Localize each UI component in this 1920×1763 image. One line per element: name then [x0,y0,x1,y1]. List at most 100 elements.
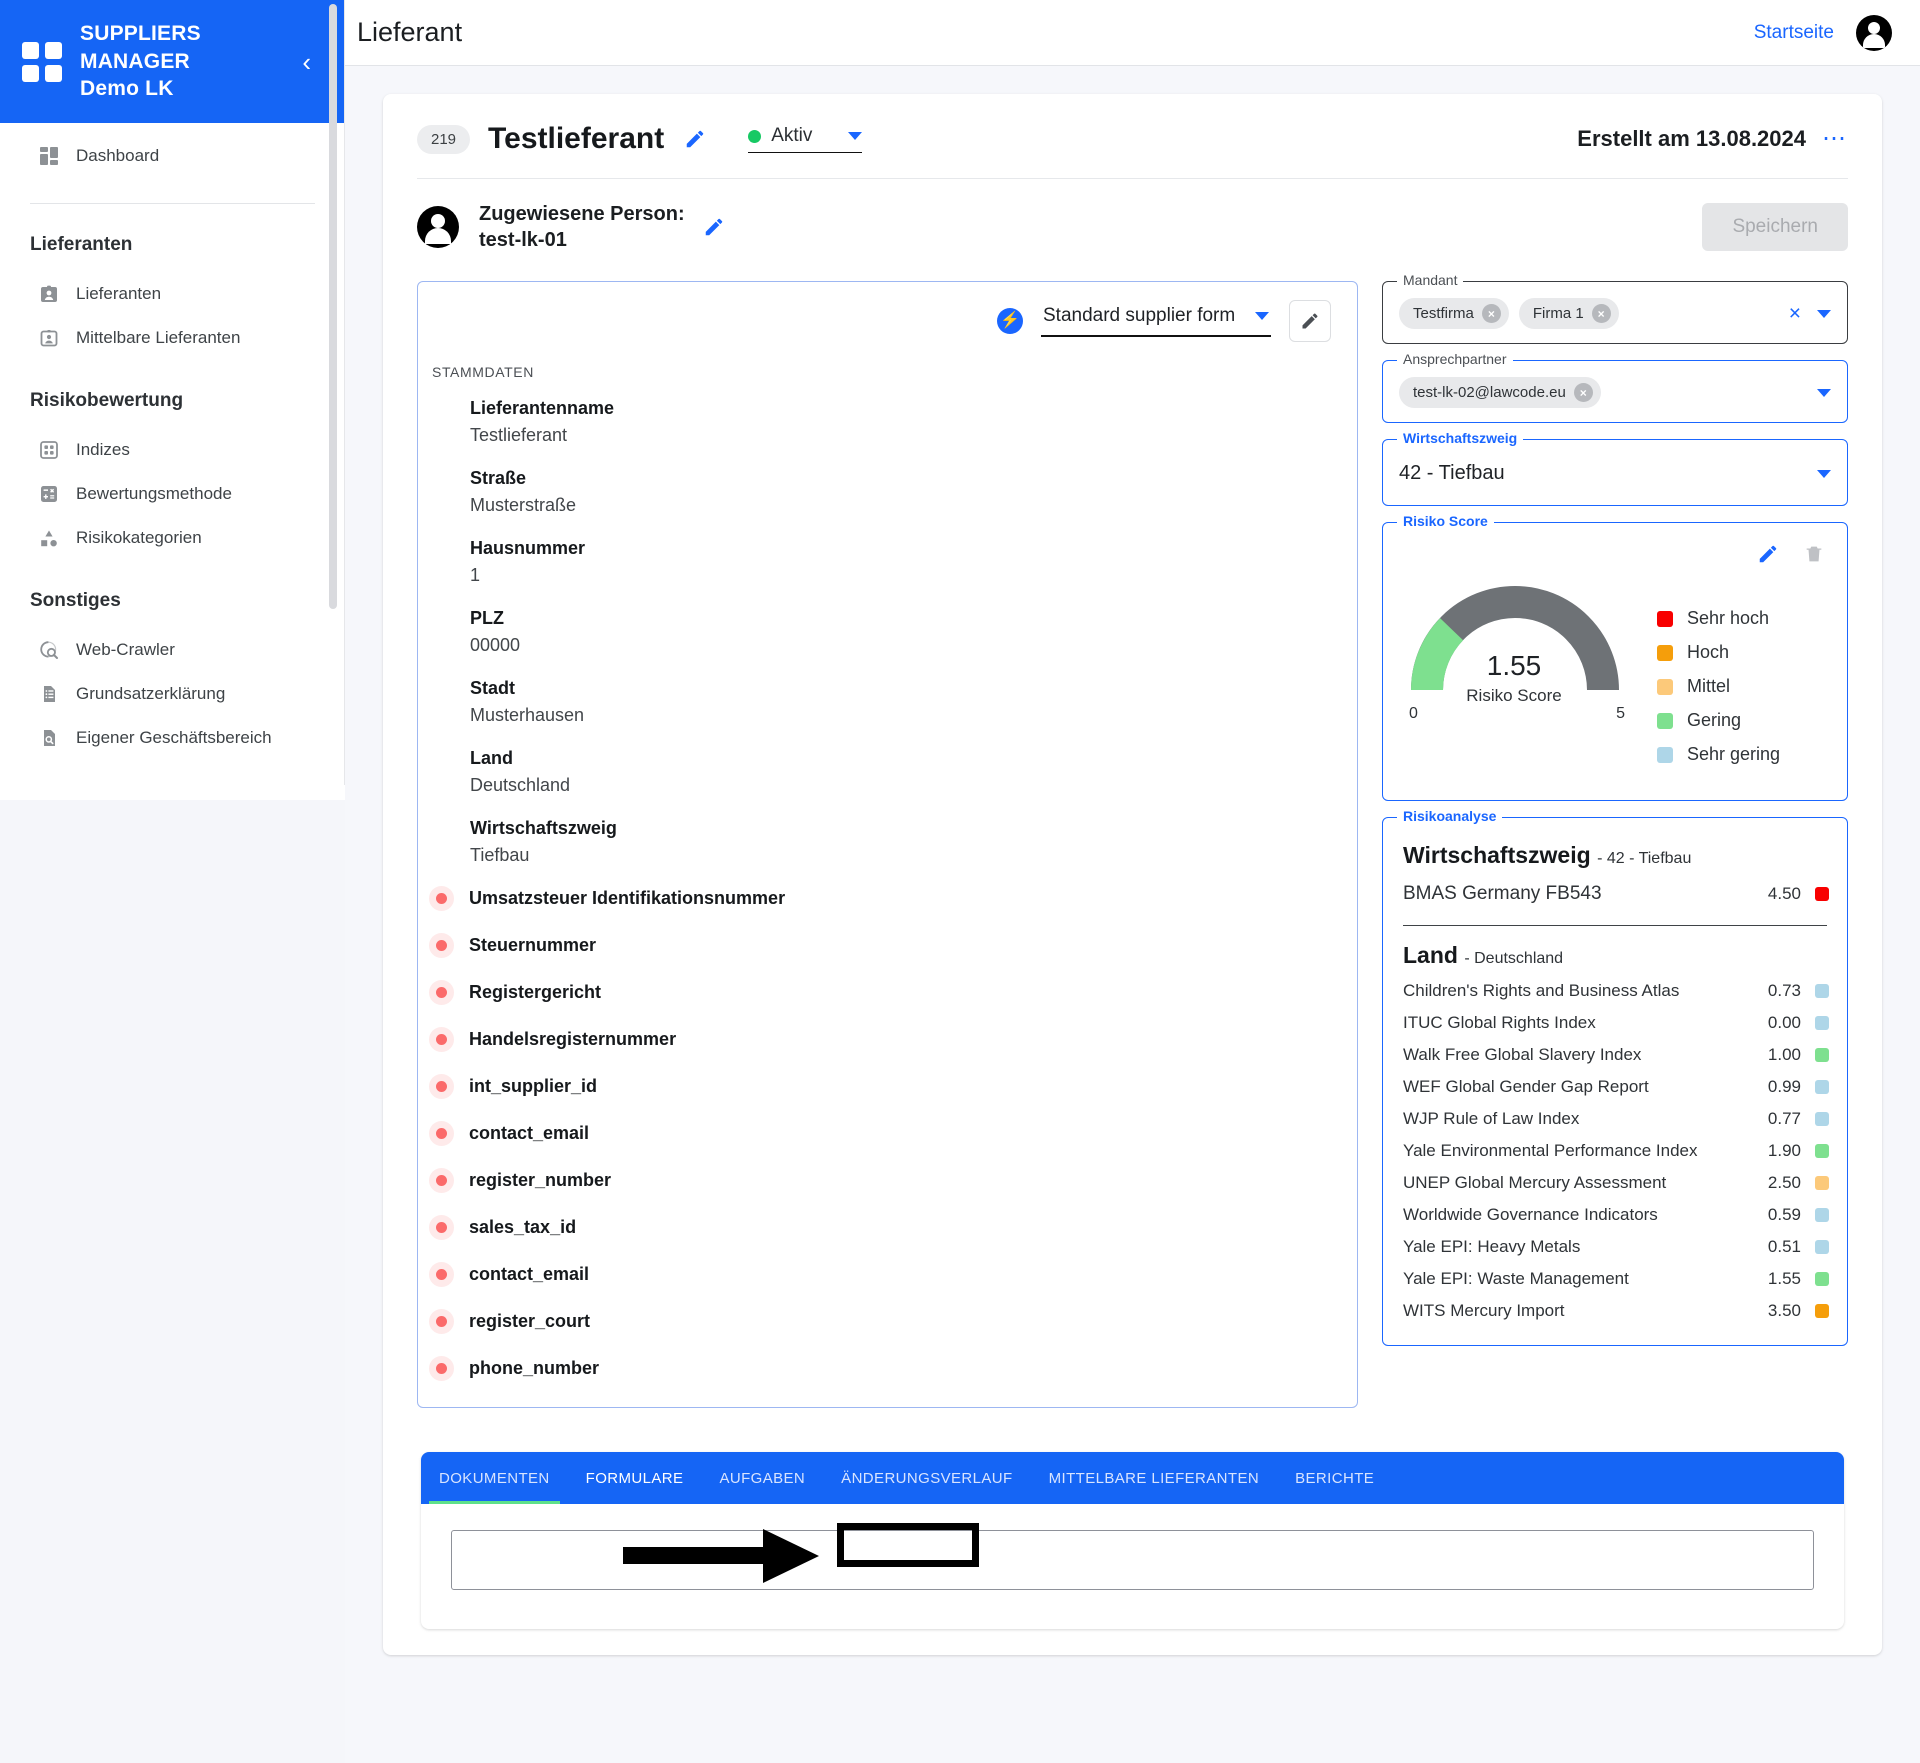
missing-field-row: Registergericht [436,982,1357,1003]
edit-name-pencil-icon[interactable] [684,128,706,150]
shapes-icon [38,527,60,549]
assigned-person-row: Zugewiesene Person: test-lk-01 Speichern [383,179,1882,253]
legend-label: Sehr gering [1687,744,1781,764]
legend-item: Mittel [1657,676,1780,697]
risikoanalyse-country-title: Land - Deutschland [1397,936,1833,969]
risikoanalyse-row: Yale Environmental Performance Index 1.9… [1397,1135,1833,1167]
more-horizontal-icon[interactable]: ⋯ [1822,126,1848,151]
brand-line-2: MANAGER [80,49,190,73]
sidebar-scrollbar[interactable] [329,4,337,609]
tab-aufgaben[interactable]: AUFGABEN [701,1452,823,1504]
row-value: 0.51 [1767,1237,1801,1256]
tab-mittelbare-lieferanten[interactable]: MITTELBARE LIEFERANTEN [1031,1452,1278,1504]
missing-field-row: phone_number [436,1358,1357,1379]
sidebar-item-dashboard[interactable]: Dashboard [0,123,345,189]
risikoanalyse-row: ITUC Global Rights Index 0.00 [1397,1007,1833,1039]
row-name: ITUC Global Rights Index [1403,1013,1596,1032]
sidebar-group-title-lieferanten: Lieferanten [30,234,133,255]
legend-swatch [1657,610,1673,627]
sidebar-item-label: Grundsatzerklärung [76,684,226,703]
sidebar-item-eigener-geschaeftsbereich[interactable]: Eigener Geschäftsbereich [0,716,345,760]
mandant-legend: Mandant [1397,272,1464,288]
form-field: Straße Musterstraße [470,468,1357,516]
tab-panel [421,1504,1844,1629]
missing-dot-icon [436,1269,447,1280]
row-swatch [1815,1144,1829,1158]
wirtschaftszweig-value: 42 - Tiefbau [1399,462,1505,484]
mandant-field[interactable]: Mandant Testfirma × Firma 1 × × [1382,272,1848,344]
chip[interactable]: Testfirma × [1399,298,1509,329]
home-link[interactable]: Startseite [1754,22,1834,44]
missing-field-row: contact_email [436,1264,1357,1285]
sidebar-item-indizes[interactable]: Indizes [0,428,345,472]
right-column: Mandant Testfirma × Firma 1 × × Ansprech… [1382,272,1848,1362]
chevron-left-icon[interactable]: ‹ [302,49,311,75]
supplier-name: Testlieferant [488,122,665,155]
sidebar-nav: Dashboard Lieferanten Lieferanten Mittel… [0,123,345,760]
tab-formulare[interactable]: FORMULARE [568,1452,702,1504]
clear-all-icon[interactable]: × [1789,303,1801,324]
missing-dot-icon [436,1128,447,1139]
row-name: UNEP Global Mercury Assessment [1403,1173,1667,1192]
row-name: WEF Global Gender Gap Report [1403,1077,1649,1096]
chevron-down-icon[interactable] [1817,309,1831,318]
missing-field-label: int_supplier_id [469,1076,598,1096]
sidebar-item-mittelbare-lieferanten[interactable]: Mittelbare Lieferanten [0,316,345,360]
chevron-down-icon[interactable] [1817,469,1831,478]
ansprechpartner-field[interactable]: Ansprechpartner test-lk-02@lawcode.eu × [1382,351,1848,423]
sidebar-item-lieferanten[interactable]: Lieferanten [0,272,345,316]
document-search-icon [38,727,60,749]
account-circle-icon [417,206,459,248]
missing-field-row: sales_tax_id [436,1217,1357,1238]
row-value: 1.55 [1767,1269,1801,1288]
missing-dot-icon [436,893,447,904]
app-root: SUPPLIERS MANAGER Demo LK ‹ Dashboard Li… [0,0,1920,1763]
wirtschaftszweig-legend: Wirtschaftszweig [1397,430,1524,446]
country-subtitle: - Deutschland [1464,950,1564,967]
form-field: Wirtschaftszweig Tiefbau [470,818,1357,866]
missing-dot-icon [436,1175,447,1186]
edit-risiko-score-pencil-icon[interactable] [1757,543,1779,570]
delete-risiko-score-trash-icon[interactable] [1803,543,1825,570]
chip-label: Firma 1 [1532,305,1584,322]
close-icon[interactable]: × [1573,383,1593,402]
edit-form-button[interactable] [1289,300,1331,342]
supplier-header-row: 219 Testlieferant Aktiv Erstellt am 13.0… [383,94,1882,156]
gauge-caption: Risiko Score [1466,686,1562,705]
sidebar-item-web-crawler[interactable]: Web-Crawler [0,628,345,672]
missing-dot-icon [436,1034,447,1045]
note-textarea[interactable] [451,1530,1814,1590]
chip[interactable]: Firma 1 × [1518,298,1619,329]
app-logo-icon [22,41,62,82]
close-icon[interactable]: × [1481,304,1501,323]
chevron-down-icon[interactable] [1817,388,1831,397]
chip[interactable]: test-lk-02@lawcode.eu × [1399,377,1601,408]
edit-assigned-person-pencil-icon[interactable] [703,216,725,238]
risk-legend: Sehr hoch Hoch Mittel Gering Sehr gering [1629,578,1780,778]
missing-field-label: contact_email [469,1123,590,1143]
sidebar: SUPPLIERS MANAGER Demo LK ‹ Dashboard Li… [0,0,345,1763]
form-template-select[interactable]: Standard supplier form [1041,305,1271,337]
status-select[interactable]: Aktiv [748,125,863,153]
row-swatch [1815,1304,1829,1318]
row-value: 3.50 [1767,1301,1801,1320]
dashboard-icon [38,145,60,167]
field-label: Hausnummer [470,538,586,558]
tab-dokumenten[interactable]: DOKUMENTEN [421,1452,568,1504]
risiko-score-legend: Risiko Score [1397,513,1494,529]
account-circle-icon[interactable] [1856,14,1892,51]
status-badge: Aktiv [771,125,813,146]
tab-berichte[interactable]: BERICHTE [1277,1452,1392,1504]
sidebar-item-bewertungsmethode[interactable]: Bewertungsmethode [0,472,345,516]
save-button[interactable]: Speichern [1702,203,1848,251]
tab-aenderungsverlauf[interactable]: ÄNDERUNGSVERLAUF [823,1452,1030,1504]
wirtschaftszweig-field[interactable]: Wirtschaftszweig 42 - Tiefbau [1382,430,1848,506]
sidebar-item-grundsatzerklaerung[interactable]: Grundsatzerklärung [0,672,345,716]
missing-field-row: contact_email [436,1123,1357,1144]
row-swatch [1815,1112,1829,1126]
chevron-down-icon [1255,312,1269,320]
field-label: Straße [470,468,527,488]
lightning-bolt-icon[interactable]: ⚡ [997,308,1023,334]
close-icon[interactable]: × [1591,304,1611,323]
sidebar-item-risikokategorien[interactable]: Risikokategorien [0,516,345,560]
